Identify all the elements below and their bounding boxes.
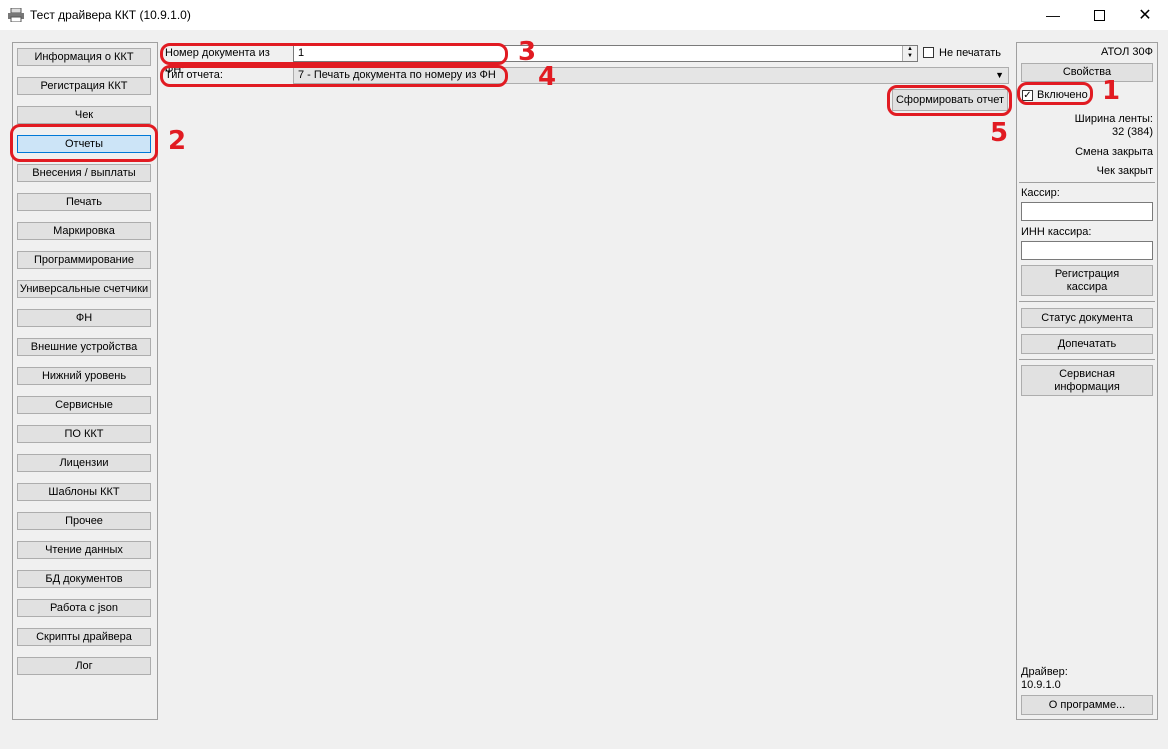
nav-item[interactable]: Печать bbox=[17, 193, 151, 211]
nav-item[interactable]: БД документов bbox=[17, 570, 151, 588]
annotation-number-2: 2 bbox=[168, 126, 187, 156]
nav-item[interactable]: Лог bbox=[17, 657, 151, 675]
annotation-highlight-report-type bbox=[160, 65, 508, 87]
nav-item[interactable]: Информация о ККТ bbox=[17, 48, 151, 66]
spin-down-icon[interactable]: ▼ bbox=[903, 53, 917, 60]
nav-item[interactable]: Скрипты драйвера bbox=[17, 628, 151, 646]
driver-version: 10.9.1.0 bbox=[1021, 679, 1061, 691]
cashier-label: Кассир: bbox=[1021, 187, 1060, 199]
divider bbox=[1019, 301, 1155, 302]
nav-item[interactable]: Регистрация ККТ bbox=[17, 77, 151, 95]
annotation-number-1: 1 bbox=[1102, 76, 1121, 106]
nav-item[interactable]: Универсальные счетчики bbox=[17, 280, 151, 298]
nav-item[interactable]: Внесения / выплаты bbox=[17, 164, 151, 182]
nav-item[interactable]: Чтение данных bbox=[17, 541, 151, 559]
cashier-input[interactable] bbox=[1021, 202, 1153, 221]
nav-item[interactable]: Прочее bbox=[17, 512, 151, 530]
nav-item[interactable]: Работа с json bbox=[17, 599, 151, 617]
minimize-icon: — bbox=[1046, 7, 1060, 23]
annotation-number-4: 4 bbox=[538, 62, 557, 92]
nav-item[interactable]: Сервисные bbox=[17, 396, 151, 414]
nav-item[interactable]: ФН bbox=[17, 309, 151, 327]
annotation-number-3: 3 bbox=[518, 37, 537, 67]
nav-item[interactable]: Маркировка bbox=[17, 222, 151, 240]
annotation-highlight-reports bbox=[10, 124, 158, 162]
maximize-icon bbox=[1093, 9, 1105, 21]
device-name: АТОЛ 30Ф bbox=[1100, 46, 1153, 58]
properties-button[interactable]: Свойства bbox=[1021, 63, 1153, 82]
spin-up-icon[interactable]: ▲ bbox=[903, 46, 917, 53]
annotation-highlight-enabled bbox=[1017, 82, 1093, 105]
window-title: Тест драйвера ККТ (10.9.1.0) bbox=[30, 8, 191, 22]
title-bar: Тест драйвера ККТ (10.9.1.0) — ✕ bbox=[0, 0, 1168, 30]
nav-item[interactable]: ПО ККТ bbox=[17, 425, 151, 443]
nav-item[interactable]: Шаблоны ККТ bbox=[17, 483, 151, 501]
annotation-highlight-doc-number bbox=[160, 43, 508, 65]
maximize-button[interactable] bbox=[1076, 0, 1122, 30]
register-cashier-button[interactable]: Регистрация кассира bbox=[1021, 265, 1153, 296]
about-button[interactable]: О программе... bbox=[1021, 695, 1153, 715]
shift-status: Смена закрыта bbox=[1075, 146, 1153, 158]
nav-item[interactable]: Внешние устройства bbox=[17, 338, 151, 356]
document-status-button[interactable]: Статус документа bbox=[1021, 308, 1153, 328]
tape-width-value: 32 (384) bbox=[1112, 126, 1153, 138]
tape-width-label: Ширина ленты: bbox=[1074, 113, 1153, 125]
minimize-button[interactable]: — bbox=[1030, 0, 1076, 30]
driver-label: Драйвер: bbox=[1021, 666, 1068, 678]
divider bbox=[1019, 182, 1155, 183]
cashier-inn-input[interactable] bbox=[1021, 241, 1153, 260]
annotation-number-5: 5 bbox=[990, 118, 1009, 148]
annotation-highlight-generate bbox=[887, 85, 1012, 116]
cashier-inn-label: ИНН кассира: bbox=[1021, 226, 1092, 238]
nav-item[interactable]: Программирование bbox=[17, 251, 151, 269]
no-print-label: Не печатать bbox=[939, 47, 1001, 59]
nav-item[interactable]: Чек bbox=[17, 106, 151, 124]
device-panel: АТОЛ 30Ф Свойства ✓ Включено Ширина лент… bbox=[1016, 42, 1158, 720]
nav-item[interactable]: Лицензии bbox=[17, 454, 151, 472]
printer-icon bbox=[8, 8, 24, 22]
service-info-button[interactable]: Сервисная информация bbox=[1021, 365, 1153, 396]
nav-item[interactable]: Нижний уровень bbox=[17, 367, 151, 385]
no-print-checkbox[interactable] bbox=[923, 47, 934, 58]
reprint-button[interactable]: Допечатать bbox=[1021, 334, 1153, 354]
chevron-down-icon[interactable]: ▼ bbox=[995, 70, 1004, 80]
close-icon: ✕ bbox=[1138, 7, 1152, 24]
spinner-buttons[interactable]: ▲ ▼ bbox=[902, 46, 917, 61]
divider bbox=[1019, 359, 1155, 360]
receipt-status: Чек закрыт bbox=[1096, 165, 1153, 177]
close-button[interactable]: ✕ bbox=[1122, 0, 1168, 30]
